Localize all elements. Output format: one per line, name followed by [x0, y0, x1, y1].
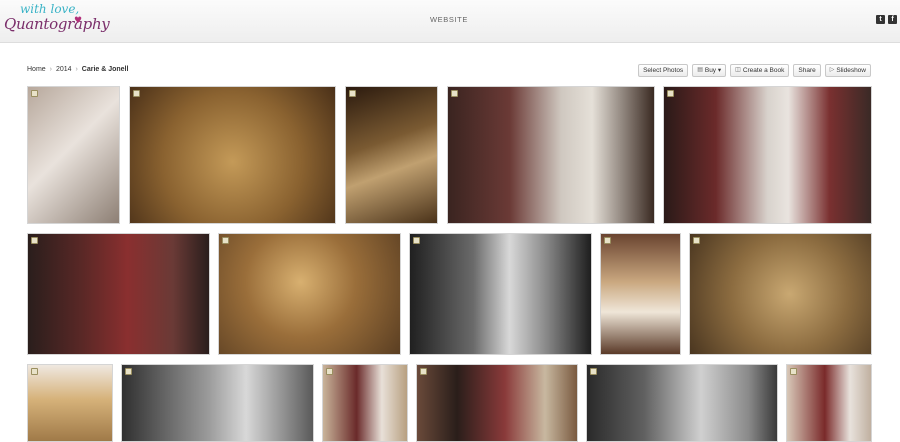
select-photos-label: Select Photos: [643, 67, 684, 74]
photo-jeweled-clutch[interactable]: [345, 86, 438, 224]
lock-icon: [790, 368, 797, 375]
photo-bridal-shoes[interactable]: [27, 86, 120, 224]
lock-icon: [31, 368, 38, 375]
play-icon: ▷: [829, 67, 835, 73]
share-label: Share: [798, 67, 816, 74]
share-button[interactable]: Share: [793, 64, 821, 77]
lock-icon: [349, 90, 356, 97]
lock-icon: [693, 237, 700, 244]
lock-icon: [451, 90, 458, 97]
lock-icon: [222, 237, 229, 244]
lock-icon: [31, 237, 38, 244]
nav-website-link[interactable]: WEBSITE: [430, 15, 468, 24]
buy-label: Buy ▾: [704, 67, 722, 74]
book-icon: ◫: [735, 67, 741, 73]
lock-icon: [326, 368, 333, 375]
slideshow-label: Slideshow: [836, 67, 866, 74]
photo-bw-bride-getting-ready[interactable]: [586, 364, 778, 442]
twitter-icon[interactable]: t: [876, 15, 885, 24]
breadcrumb-separator: ›: [75, 66, 78, 73]
breadcrumb: Home › 2014 › Carie & Jonell: [27, 66, 130, 73]
breadcrumb-home[interactable]: Home: [27, 66, 46, 73]
lock-icon: [125, 368, 132, 375]
lock-icon: [590, 368, 597, 375]
photo-bridesmaid-red-dress[interactable]: [27, 233, 210, 355]
heart-icon: ♥: [74, 16, 83, 26]
buy-button[interactable]: ▤ Buy ▾: [692, 64, 727, 77]
photo-bridesmaid-and-bride-closet[interactable]: [447, 86, 655, 224]
photo-bw-bride-seated[interactable]: [121, 364, 314, 442]
logo-line-two: Quantography: [4, 15, 110, 33]
lock-icon: [133, 90, 140, 97]
photo-earrings-on-fabric[interactable]: [129, 86, 336, 224]
photo-sparkling-detail-one[interactable]: [218, 233, 401, 355]
create-book-label: Create a Book: [742, 67, 785, 74]
cart-icon: ▤: [697, 67, 703, 73]
breadcrumb-year[interactable]: 2014: [56, 66, 72, 73]
gallery-toolbar: Select Photos ▤ Buy ▾ ◫ Create a Book Sh…: [638, 64, 871, 77]
lock-icon: [420, 368, 427, 375]
breadcrumb-current: Carie & Jonell: [81, 66, 129, 73]
create-book-button[interactable]: ◫ Create a Book: [730, 64, 790, 77]
photo-family-group[interactable]: [416, 364, 578, 442]
lock-icon: [413, 237, 420, 244]
facebook-icon[interactable]: f: [888, 15, 897, 24]
lock-icon: [31, 90, 38, 97]
photo-sparkling-detail-two[interactable]: [689, 233, 872, 355]
site-header: with love, Quantography ♥ WEBSITE t f: [0, 0, 900, 43]
breadcrumb-separator: ›: [49, 66, 52, 73]
lock-icon: [604, 237, 611, 244]
photo-gown-bodice[interactable]: [27, 364, 113, 442]
photo-wedding-gown-hanging[interactable]: [600, 233, 681, 355]
select-photos-button[interactable]: Select Photos: [638, 64, 689, 77]
lock-icon: [667, 90, 674, 97]
photo-bw-bride-helping[interactable]: [409, 233, 592, 355]
slideshow-button[interactable]: ▷ Slideshow: [824, 64, 871, 77]
photo-bride-and-flower-girl[interactable]: [322, 364, 408, 442]
logo-line-one: with love,: [20, 2, 80, 16]
photo-bridesmaids-group[interactable]: [786, 364, 872, 442]
photo-bridesmaids-dressing[interactable]: [663, 86, 872, 224]
brand-logo[interactable]: with love, Quantography ♥: [4, 2, 110, 38]
